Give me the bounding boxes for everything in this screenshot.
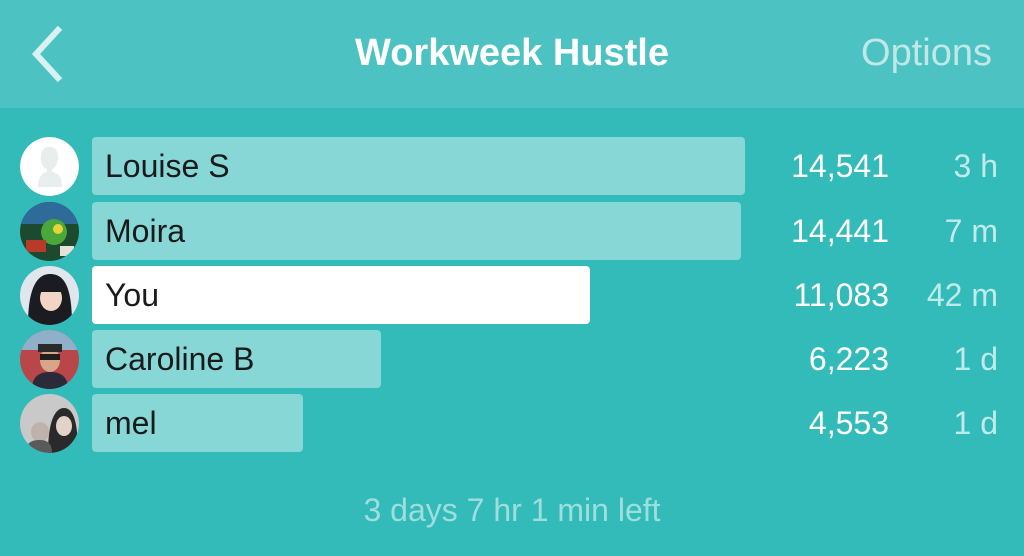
participant-name: Louise S [105,148,230,184]
participant-name: mel [105,405,157,441]
avatar [20,330,79,389]
progress-bar [92,202,741,260]
last-updated: 3 h [953,148,998,184]
step-count: 6,223 [808,341,889,377]
participant-name: You [105,277,159,313]
last-updated: 1 d [953,341,998,377]
step-count: 14,441 [791,213,889,249]
header-bar: Workweek Hustle Options [0,0,1024,108]
last-updated: 1 d [953,405,998,441]
leaderboard-row[interactable]: You 11,083 42 m [0,266,1024,326]
avatar [20,266,79,325]
avatar [20,202,79,261]
participant-name: Moira [105,213,186,249]
leaderboard-row[interactable]: Louise S 14,541 3 h [0,137,1024,197]
step-count: 4,553 [808,405,889,441]
last-updated: 7 m [944,213,998,249]
leaderboard-row[interactable]: Caroline B 6,223 1 d [0,330,1024,390]
leaderboard-row[interactable]: Moira 14,441 7 m [0,202,1024,262]
avatar [20,394,79,453]
progress-bar-self [92,266,590,324]
leaderboard-row[interactable]: mel 4,553 1 d [0,394,1024,454]
step-count: 14,541 [791,148,889,184]
time-remaining: 3 days 7 hr 1 min left [363,492,661,528]
participant-name: Caroline B [105,341,255,377]
last-updated: 42 m [926,277,998,313]
step-count: 11,083 [793,277,890,313]
avatar [20,137,79,196]
options-button[interactable]: Options [861,30,992,76]
